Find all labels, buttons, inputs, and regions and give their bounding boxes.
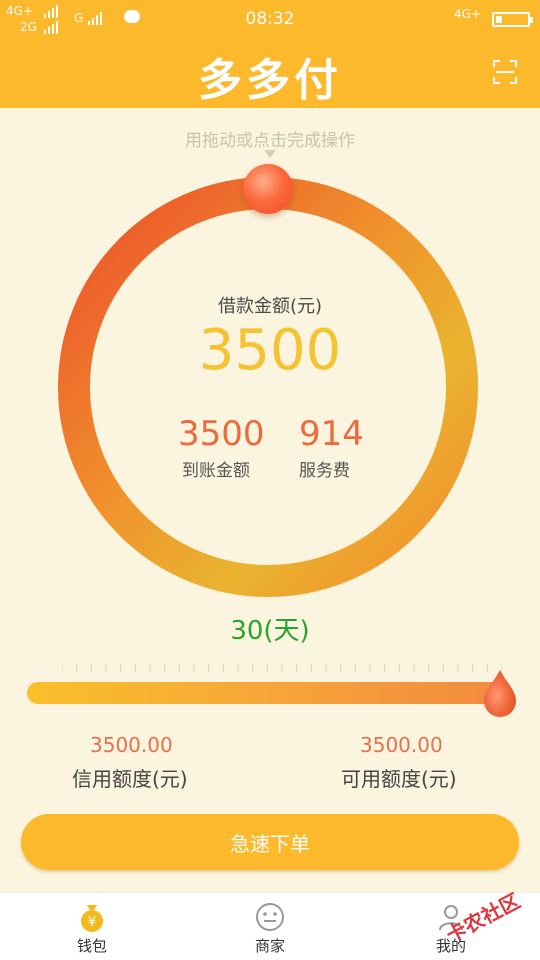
available-limit-label: 可用额度(元) bbox=[341, 767, 457, 791]
app-header: 4G+ 2G G 08:32 4G+ 多多付 bbox=[0, 0, 540, 108]
ring-drag-knob[interactable] bbox=[243, 164, 293, 214]
svg-text:¥: ¥ bbox=[88, 915, 96, 930]
received-amount-label: 到账金额 bbox=[182, 461, 250, 481]
hint-arrow-icon bbox=[264, 150, 276, 158]
loan-amount-value: 3500 bbox=[198, 318, 342, 383]
loan-amount-ring[interactable] bbox=[56, 175, 480, 599]
merchant-icon bbox=[256, 903, 284, 931]
network-type-right: 4G+ bbox=[454, 7, 481, 21]
tab-wallet[interactable]: ¥ 钱包 bbox=[32, 893, 152, 960]
scan-icon[interactable] bbox=[493, 60, 517, 84]
tab-wallet-label: 钱包 bbox=[76, 937, 107, 955]
term-slider-track[interactable] bbox=[27, 682, 505, 704]
credit-limit-label: 信用额度(元) bbox=[72, 767, 188, 791]
tab-merchant-label: 商家 bbox=[254, 937, 285, 955]
tab-merchant[interactable]: 商家 bbox=[210, 893, 330, 960]
term-days: 30(天) bbox=[230, 616, 310, 646]
slider-ticks bbox=[62, 664, 502, 672]
app-logo: 多多付 bbox=[198, 55, 342, 106]
received-amount-value: 3500 bbox=[178, 414, 265, 454]
loan-amount-label: 借款金额(元) bbox=[217, 296, 323, 317]
term-slider-handle[interactable] bbox=[480, 668, 520, 720]
drag-hint: 用拖动或点击完成操作 bbox=[185, 131, 355, 151]
service-fee-label: 服务费 bbox=[299, 461, 350, 481]
service-fee-value: 914 bbox=[299, 414, 364, 454]
wallet-icon: ¥ bbox=[81, 905, 103, 932]
place-order-button[interactable]: 急速下单 bbox=[21, 814, 519, 870]
battery-icon bbox=[492, 12, 533, 27]
status-bar: 4G+ 2G G 08:32 4G+ bbox=[0, 0, 540, 36]
credit-limit-value: 3500.00 bbox=[90, 733, 173, 757]
available-limit-value: 3500.00 bbox=[360, 733, 443, 757]
